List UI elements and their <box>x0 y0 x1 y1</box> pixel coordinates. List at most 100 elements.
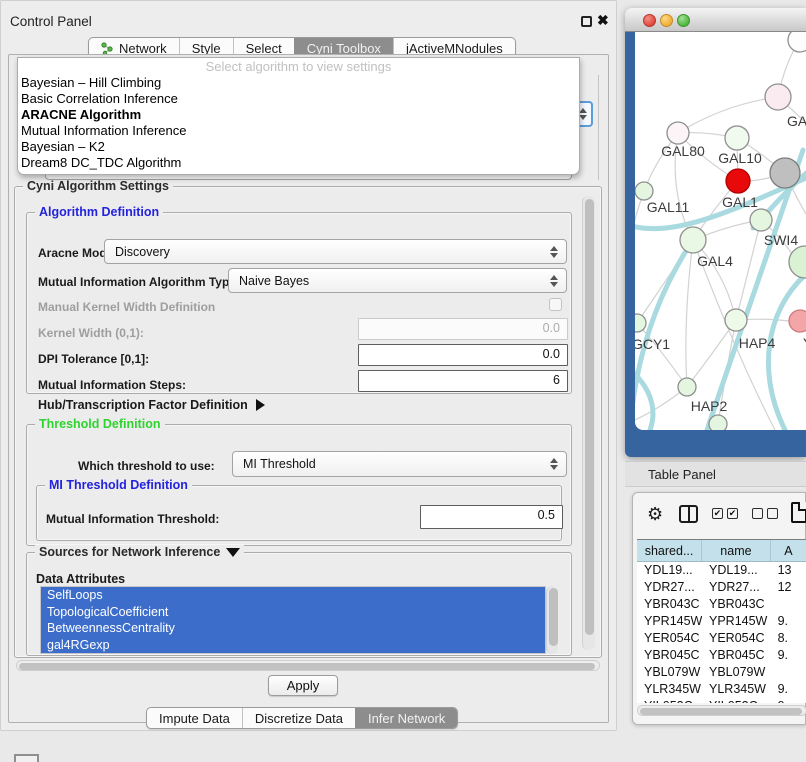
table-hscrollbar[interactable] <box>637 705 806 716</box>
node-swi4[interactable] <box>750 209 772 231</box>
manual-kernel-checkbox[interactable] <box>549 298 562 311</box>
settings-scrollbar-thumb[interactable] <box>585 199 594 635</box>
node[interactable] <box>788 32 806 52</box>
cell[interactable]: YBL079W <box>637 664 702 681</box>
cell[interactable]: 9. <box>771 681 806 698</box>
settings-hscrollbar[interactable] <box>16 660 600 671</box>
cell[interactable]: YIL052C <box>637 698 702 703</box>
node-hap4[interactable] <box>725 309 747 331</box>
cell[interactable]: YER054C <box>702 630 771 647</box>
node[interactable] <box>789 246 806 278</box>
tab-infer-network[interactable]: Infer Network <box>355 708 457 728</box>
cell[interactable]: YBL079W <box>702 664 771 681</box>
attribute-item[interactable]: SelfLoops <box>41 587 545 604</box>
cell[interactable]: YPR145W <box>702 613 771 630</box>
cell[interactable]: YLR345W <box>702 681 771 698</box>
apply-button[interactable]: Apply <box>268 675 338 696</box>
cell[interactable]: YIL052C <box>702 698 771 703</box>
algorithm-option[interactable]: Dream8 DC_TDC Algorithm <box>18 155 579 171</box>
node-gal[interactable] <box>765 84 791 110</box>
network-canvas[interactable]: GAL GAL80 GAL10 GAL1 GAL11 SWI4 GAL4 GCY… <box>635 32 806 430</box>
collapsed-panel-button[interactable] <box>14 754 39 762</box>
table-hscrollbar-thumb[interactable] <box>640 708 802 715</box>
cell[interactable] <box>771 596 806 613</box>
zoom-traffic-light-icon[interactable] <box>677 14 690 27</box>
close-icon[interactable]: ✖ <box>597 12 609 29</box>
column-header-name[interactable]: name <box>702 540 771 561</box>
mi-steps-field[interactable]: 6 <box>358 370 568 392</box>
algorithm-option[interactable]: Bayesian – K2 <box>18 139 579 155</box>
node-gal11[interactable] <box>635 182 653 200</box>
algorithm-option-selected[interactable]: ARACNE Algorithm <box>18 107 579 123</box>
attribute-item[interactable]: gal4RGexp <box>41 637 545 654</box>
node-hap2[interactable] <box>678 378 696 396</box>
settings-hscrollbar-thumb[interactable] <box>19 663 595 670</box>
table-row[interactable]: YPR145WYPR145W9. <box>637 613 806 630</box>
checkbox-unchecked-icon[interactable] <box>767 508 778 519</box>
sources-group-title[interactable]: Sources for Network Inference <box>35 545 244 559</box>
hub-expander[interactable]: Hub/Transcription Factor Definition <box>38 398 265 412</box>
table-row[interactable]: YDR27...YDR27...12 <box>637 579 806 596</box>
minimize-traffic-light-icon[interactable] <box>660 14 673 27</box>
table-row[interactable]: YIL052CYIL052C9 <box>637 698 806 703</box>
attribute-item[interactable]: TopologicalCoefficient <box>41 604 545 621</box>
cell[interactable]: YDR27... <box>702 579 771 596</box>
node-gal1-red[interactable] <box>726 169 750 193</box>
cell[interactable]: YER054C <box>637 630 702 647</box>
node[interactable] <box>709 415 727 430</box>
kernel-width-field[interactable]: 0.0 <box>358 318 568 340</box>
cell[interactable]: 12 <box>771 579 806 596</box>
dpi-tolerance-field[interactable]: 0.0 <box>358 344 568 366</box>
mi-type-combo[interactable]: Naive Bayes <box>228 268 567 293</box>
cell[interactable]: YBR043C <box>702 596 771 613</box>
table-row[interactable]: YBR045CYBR045C9. <box>637 647 806 664</box>
node-gal80[interactable] <box>667 122 689 144</box>
cell[interactable]: YDL19... <box>637 562 702 579</box>
tab-impute-data[interactable]: Impute Data <box>147 708 242 728</box>
gear-icon[interactable]: ⚙ <box>647 503 663 525</box>
cell[interactable]: 8. <box>771 630 806 647</box>
column-header-clipped[interactable]: A <box>771 540 806 561</box>
table-row[interactable]: YBR043CYBR043C <box>637 596 806 613</box>
table-row[interactable]: YBL079WYBL079W <box>637 664 806 681</box>
close-traffic-light-icon[interactable] <box>643 14 656 27</box>
table-row[interactable]: YER054CYER054C8. <box>637 630 806 647</box>
algorithm-option[interactable]: Bayesian – Hill Climbing <box>18 75 579 91</box>
cell[interactable]: YDL19... <box>702 562 771 579</box>
cell[interactable]: YPR145W <box>637 613 702 630</box>
float-window-icon[interactable] <box>581 16 592 27</box>
algorithm-option[interactable]: Basic Correlation Inference <box>18 91 579 107</box>
node-salmon[interactable] <box>789 310 806 332</box>
cell[interactable]: YBR043C <box>637 596 702 613</box>
attributes-list-scrollbar[interactable] <box>546 586 558 654</box>
mi-threshold-field[interactable]: 0.5 <box>420 505 563 529</box>
cell[interactable]: 13 <box>771 562 806 579</box>
column-header-shared-name[interactable]: shared... <box>637 540 702 561</box>
cell[interactable] <box>771 664 806 681</box>
checkbox-checked-icon[interactable]: ✔ <box>712 508 723 519</box>
algorithm-option[interactable]: Mutual Information Inference <box>18 123 579 139</box>
node-gal4[interactable] <box>680 227 706 253</box>
table-row[interactable]: YDL19...YDL19...13 <box>637 562 806 579</box>
columns-icon[interactable] <box>679 505 698 523</box>
checkbox-unchecked-icon[interactable] <box>752 508 763 519</box>
page-icon[interactable] <box>791 502 806 523</box>
cell[interactable]: YDR27... <box>637 579 702 596</box>
aracne-mode-combo[interactable]: Discovery <box>104 239 567 264</box>
which-threshold-combo[interactable]: MI Threshold <box>232 451 567 477</box>
cell[interactable]: YBR045C <box>702 647 771 664</box>
node-gal10[interactable] <box>725 126 749 150</box>
node-gray[interactable] <box>770 158 800 188</box>
attribute-item[interactable]: BetweennessCentrality <box>41 620 545 637</box>
cell[interactable]: YLR345W <box>637 681 702 698</box>
cell[interactable]: 9. <box>771 647 806 664</box>
cell[interactable]: 9. <box>771 613 806 630</box>
cell[interactable]: 9 <box>771 698 806 703</box>
attributes-list-scrollbar-thumb[interactable] <box>549 588 558 646</box>
node-gcy1[interactable] <box>635 314 646 332</box>
cell[interactable]: YBR045C <box>637 647 702 664</box>
checkbox-checked-icon[interactable]: ✔ <box>727 508 738 519</box>
table-row[interactable]: YLR345WYLR345W9. <box>637 681 806 698</box>
settings-scrollbar[interactable] <box>582 196 595 650</box>
network-window-titlebar[interactable] <box>625 8 806 32</box>
